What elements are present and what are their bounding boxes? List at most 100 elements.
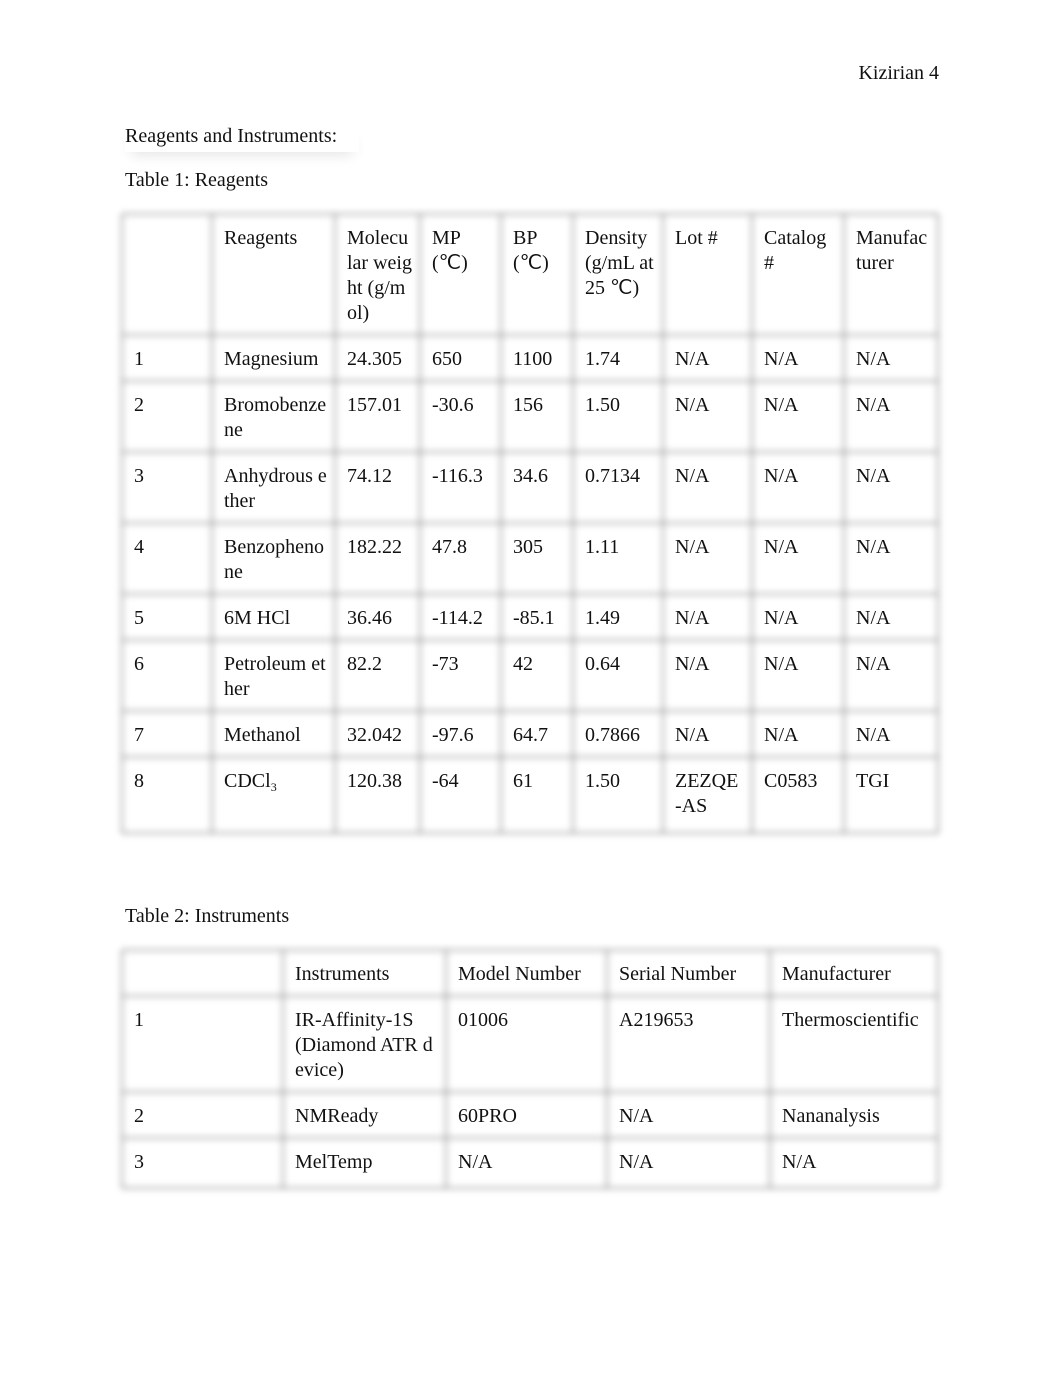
cell-text: 1: [134, 1009, 144, 1031]
cell-text: MelTemp: [295, 1151, 373, 1173]
cell-text: 2: [134, 394, 144, 416]
table-cell: -73: [420, 640, 501, 711]
cell-text: 7: [134, 724, 144, 746]
cell-text: N/A: [856, 724, 891, 746]
cell-text: 1.49: [585, 607, 620, 629]
table-cell: -114.2: [420, 594, 501, 640]
table-cell: 0.7134: [573, 452, 663, 523]
cell-text: N/A: [764, 348, 799, 370]
cell-text: -64: [432, 770, 459, 792]
cell-text: N/A: [619, 1105, 654, 1127]
table-cell: 60PRO: [446, 1092, 607, 1138]
cell-text: 156: [513, 394, 543, 416]
cell-text: 8: [134, 770, 144, 792]
cell-text: N/A: [856, 394, 891, 416]
table-row: 2 Bromobenzene 157.01 -30.6 156 1.50 N/A N/A N/A: [122, 381, 938, 452]
cell-text: N/A: [458, 1151, 493, 1173]
table-cell: 01006: [446, 996, 607, 1092]
table-cell: N/A: [446, 1138, 607, 1188]
table-cell: 1100: [501, 335, 573, 381]
table-cell: Nananalysis: [770, 1092, 938, 1138]
cell-text: N/A: [675, 653, 710, 675]
table-cell: 47.8: [420, 523, 501, 594]
table-row: 1 IR-Affinity-1S (Diamond ATR device) 0100…: [122, 996, 938, 1092]
table-cell: 5: [122, 594, 212, 640]
table-cell: 3: [122, 452, 212, 523]
table-cell: N/A: [844, 452, 938, 523]
column-header: Catalog #: [752, 214, 844, 335]
cell-text: NMReady: [295, 1105, 379, 1127]
table-row: 7 Methanol 32.042 -97.6 64.7 0.7866 N/A N/A N/A: [122, 711, 938, 757]
table-cell: 3: [122, 1138, 283, 1188]
table-cell: -85.1: [501, 594, 573, 640]
cell-text: N/A: [764, 653, 799, 675]
cell-text: Petroleum ether: [224, 653, 326, 700]
cell-text: Instruments: [295, 963, 390, 985]
table-cell: N/A: [770, 1138, 938, 1188]
table-cell: N/A: [663, 381, 752, 452]
cell-text: IR-Affinity-1S (Diamond ATR device): [295, 1009, 433, 1081]
table-row: 1 Magnesium 24.305 650 1100 1.74 N/A N/A N/A: [122, 335, 938, 381]
cell-text: TGI: [856, 770, 890, 792]
cell-text: N/A: [675, 724, 710, 746]
table-cell: N/A: [844, 523, 938, 594]
column-header: [122, 950, 283, 996]
table-row: 8 CDCl3 120.38 -64 61 1.50 ZEZQE-AS C0583 TGI: [122, 757, 938, 833]
cell-text: MP (℃): [432, 227, 468, 274]
cell-text: N/A: [675, 607, 710, 629]
cell-text: -73: [432, 653, 459, 675]
cell-text: Thermoscientific: [782, 1009, 919, 1031]
table-cell: N/A: [752, 381, 844, 452]
table-cell: 1.50: [573, 381, 663, 452]
table-cell: N/A: [663, 594, 752, 640]
table-row: 6 Petroleum ether 82.2 -73 42 0.64 N/A N/A N/A: [122, 640, 938, 711]
instruments-table-grid: Instruments Model Number Serial Number Manu…: [122, 950, 938, 1188]
table-cell: MelTemp: [283, 1138, 446, 1188]
cell-text: Benzophenone: [224, 536, 324, 583]
cell-text: Manufacturer: [782, 963, 891, 985]
cell-text: Manufacturer: [856, 227, 928, 274]
table-cell: 82.2: [335, 640, 420, 711]
table-cell: 1: [122, 996, 283, 1092]
cell-text: 0.7866: [585, 724, 640, 746]
table-cell: Petroleum ether: [212, 640, 335, 711]
cell-text: N/A: [675, 465, 710, 487]
cell-text: 157.01: [347, 394, 402, 416]
table-cell: 6M HCl: [212, 594, 335, 640]
table-cell: 120.38: [335, 757, 420, 833]
table-cell: 1.50: [573, 757, 663, 833]
table-cell: 305: [501, 523, 573, 594]
table-cell: 157.01: [335, 381, 420, 452]
table-cell: 8: [122, 757, 212, 833]
cell-text: N/A: [764, 536, 799, 558]
cell-text: 34.6: [513, 465, 548, 487]
table-cell: Thermoscientific: [770, 996, 938, 1092]
table-cell: 1.74: [573, 335, 663, 381]
column-header: Density (g/mL at 25 ℃): [573, 214, 663, 335]
table-cell: Magnesium: [212, 335, 335, 381]
cell-text: Catalog #: [764, 227, 827, 274]
column-header: [122, 214, 212, 335]
cell-text: 3: [134, 465, 144, 487]
cell-text: N/A: [619, 1151, 654, 1173]
table-cell: 182.22: [335, 523, 420, 594]
table-cell: -30.6: [420, 381, 501, 452]
column-header: Lot #: [663, 214, 752, 335]
table-cell: N/A: [752, 452, 844, 523]
cell-text: N/A: [856, 607, 891, 629]
cell-text: Methanol: [224, 724, 301, 746]
column-header: MP (℃): [420, 214, 501, 335]
cell-text: 24.305: [347, 348, 402, 370]
cell-text: 6M HCl: [224, 607, 291, 629]
table-cell: 42: [501, 640, 573, 711]
cell-text: Magnesium: [224, 348, 319, 370]
table-cell: N/A: [844, 594, 938, 640]
table-cell: Anhydrous ether: [212, 452, 335, 523]
cell-text: BP (℃): [513, 227, 549, 274]
table-row: 4 Benzophenone 182.22 47.8 305 1.11 N/A N/A N/A: [122, 523, 938, 594]
table-cell: 650: [420, 335, 501, 381]
table-cell: NMReady: [283, 1092, 446, 1138]
table-cell: 2: [122, 1092, 283, 1138]
cell-text: 1.50: [585, 770, 620, 792]
cell-text: CDCl: [224, 770, 271, 792]
